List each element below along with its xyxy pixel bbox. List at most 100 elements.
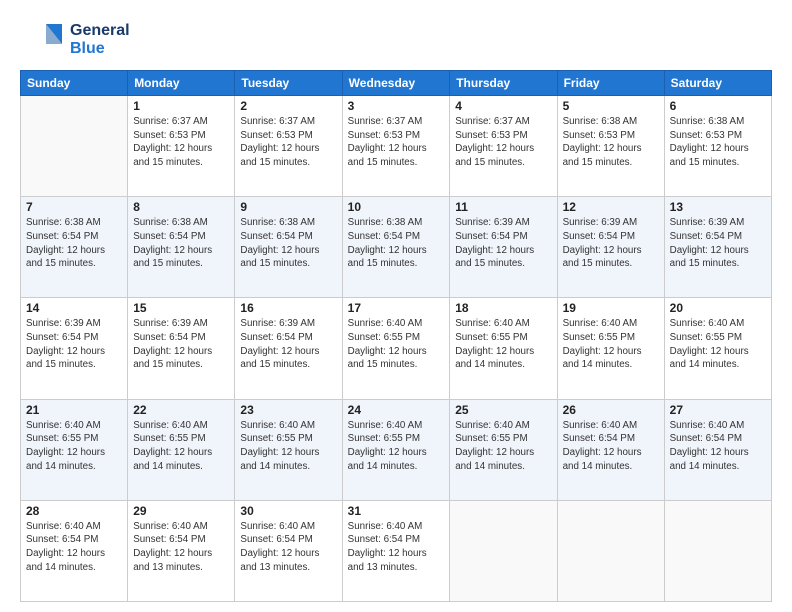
- week-row-4: 21 Sunrise: 6:40 AMSunset: 6:55 PMDayligh…: [21, 399, 772, 500]
- day-number: 23: [240, 403, 336, 417]
- day-number: 29: [133, 504, 229, 518]
- day-info: Sunrise: 6:37 AMSunset: 6:53 PMDaylight:…: [133, 115, 229, 170]
- logo-svg: [20, 18, 64, 62]
- day-info: Sunrise: 6:38 AMSunset: 6:54 PMDaylight:…: [240, 216, 336, 271]
- day-info: Sunrise: 6:37 AMSunset: 6:53 PMDaylight:…: [348, 115, 445, 170]
- day-info: Sunrise: 6:40 AMSunset: 6:55 PMDaylight:…: [348, 419, 445, 474]
- day-number: 7: [26, 200, 122, 214]
- calendar-cell: 8 Sunrise: 6:38 AMSunset: 6:54 PMDaylight…: [128, 197, 235, 298]
- day-info: Sunrise: 6:40 AMSunset: 6:55 PMDaylight:…: [455, 419, 551, 474]
- day-number: 28: [26, 504, 122, 518]
- calendar-cell: 5Sunrise: 6:38 AMSunset: 6:53 PMDaylight…: [557, 96, 664, 197]
- week-row-1: 1 Sunrise: 6:37 AMSunset: 6:53 PMDaylight…: [21, 96, 772, 197]
- day-info: Sunrise: 6:38 AMSunset: 6:53 PMDaylight:…: [670, 115, 766, 170]
- day-number: 16: [240, 301, 336, 315]
- day-number: 30: [240, 504, 336, 518]
- day-number: 18: [455, 301, 551, 315]
- calendar-cell: 19 Sunrise: 6:40 AMSunset: 6:55 PMDayligh…: [557, 298, 664, 399]
- calendar-cell: 28 Sunrise: 6:40 AMSunset: 6:54 PMDayligh…: [21, 500, 128, 601]
- day-info: Sunrise: 6:40 AMSunset: 6:55 PMDaylight:…: [563, 317, 659, 372]
- calendar-cell: 16 Sunrise: 6:39 AMSunset: 6:54 PMDayligh…: [235, 298, 342, 399]
- calendar-cell: 12 Sunrise: 6:39 AMSunset: 6:54 PMDayligh…: [557, 197, 664, 298]
- day-number: 25: [455, 403, 551, 417]
- day-number: 9: [240, 200, 336, 214]
- day-number: 12: [563, 200, 659, 214]
- day-info: Sunrise: 6:39 AMSunset: 6:54 PMDaylight:…: [563, 216, 659, 271]
- day-info: Sunrise: 6:40 AMSunset: 6:55 PMDaylight:…: [133, 419, 229, 474]
- calendar-cell: [21, 96, 128, 197]
- day-number: 6: [670, 99, 766, 113]
- day-info: Sunrise: 6:40 AMSunset: 6:54 PMDaylight:…: [26, 520, 122, 575]
- day-number: 8: [133, 200, 229, 214]
- day-number: 17: [348, 301, 445, 315]
- calendar-cell: 13 Sunrise: 6:39 AMSunset: 6:54 PMDayligh…: [664, 197, 771, 298]
- day-info: Sunrise: 6:39 AMSunset: 6:54 PMDaylight:…: [26, 317, 122, 372]
- day-number: 22: [133, 403, 229, 417]
- calendar-cell: 26Sunrise: 6:40 AMSunset: 6:54 PMDayligh…: [557, 399, 664, 500]
- calendar-cell: 23 Sunrise: 6:40 AMSunset: 6:55 PMDayligh…: [235, 399, 342, 500]
- calendar-cell: 6 Sunrise: 6:38 AMSunset: 6:53 PMDaylight…: [664, 96, 771, 197]
- day-number: 11: [455, 200, 551, 214]
- day-number: 15: [133, 301, 229, 315]
- calendar-cell: 20 Sunrise: 6:40 AMSunset: 6:55 PMDayligh…: [664, 298, 771, 399]
- day-number: 13: [670, 200, 766, 214]
- day-info: Sunrise: 6:38 AMSunset: 6:54 PMDaylight:…: [133, 216, 229, 271]
- calendar-cell: 27 Sunrise: 6:40 AMSunset: 6:54 PMDayligh…: [664, 399, 771, 500]
- day-info: Sunrise: 6:39 AMSunset: 6:54 PMDaylight:…: [455, 216, 551, 271]
- calendar-cell: 4 Sunrise: 6:37 AMSunset: 6:53 PMDaylight…: [450, 96, 557, 197]
- day-info: Sunrise: 6:40 AMSunset: 6:54 PMDaylight:…: [240, 520, 336, 575]
- day-number: 27: [670, 403, 766, 417]
- col-sunday: Sunday: [21, 71, 128, 96]
- calendar-cell: 7 Sunrise: 6:38 AMSunset: 6:54 PMDaylight…: [21, 197, 128, 298]
- calendar-cell: 10Sunrise: 6:38 AMSunset: 6:54 PMDayligh…: [342, 197, 450, 298]
- day-info: Sunrise: 6:40 AMSunset: 6:55 PMDaylight:…: [348, 317, 445, 372]
- logo: General Blue: [20, 18, 130, 62]
- day-number: 4: [455, 99, 551, 113]
- day-info: Sunrise: 6:40 AMSunset: 6:54 PMDaylight:…: [670, 419, 766, 474]
- calendar-cell: 24Sunrise: 6:40 AMSunset: 6:55 PMDayligh…: [342, 399, 450, 500]
- col-friday: Friday: [557, 71, 664, 96]
- day-number: 3: [348, 99, 445, 113]
- day-number: 2: [240, 99, 336, 113]
- day-info: Sunrise: 6:39 AMSunset: 6:54 PMDaylight:…: [240, 317, 336, 372]
- day-info: Sunrise: 6:39 AMSunset: 6:54 PMDaylight:…: [670, 216, 766, 271]
- calendar-cell: 17 Sunrise: 6:40 AMSunset: 6:55 PMDayligh…: [342, 298, 450, 399]
- day-info: Sunrise: 6:38 AMSunset: 6:54 PMDaylight:…: [26, 216, 122, 271]
- day-info: Sunrise: 6:40 AMSunset: 6:55 PMDaylight:…: [670, 317, 766, 372]
- col-saturday: Saturday: [664, 71, 771, 96]
- calendar-cell: 1 Sunrise: 6:37 AMSunset: 6:53 PMDaylight…: [128, 96, 235, 197]
- calendar-cell: [557, 500, 664, 601]
- day-number: 14: [26, 301, 122, 315]
- day-info: Sunrise: 6:40 AMSunset: 6:55 PMDaylight:…: [455, 317, 551, 372]
- day-number: 21: [26, 403, 122, 417]
- day-info: Sunrise: 6:38 AMSunset: 6:54 PMDaylight:…: [348, 216, 445, 271]
- col-wednesday: Wednesday: [342, 71, 450, 96]
- calendar-cell: [664, 500, 771, 601]
- week-row-5: 28 Sunrise: 6:40 AMSunset: 6:54 PMDayligh…: [21, 500, 772, 601]
- calendar-cell: 18 Sunrise: 6:40 AMSunset: 6:55 PMDayligh…: [450, 298, 557, 399]
- calendar-cell: 22 Sunrise: 6:40 AMSunset: 6:55 PMDayligh…: [128, 399, 235, 500]
- calendar-cell: 3 Sunrise: 6:37 AMSunset: 6:53 PMDaylight…: [342, 96, 450, 197]
- col-monday: Monday: [128, 71, 235, 96]
- calendar-cell: 29 Sunrise: 6:40 AMSunset: 6:54 PMDayligh…: [128, 500, 235, 601]
- day-number: 19: [563, 301, 659, 315]
- calendar-cell: 21Sunrise: 6:40 AMSunset: 6:55 PMDayligh…: [21, 399, 128, 500]
- col-tuesday: Tuesday: [235, 71, 342, 96]
- calendar-cell: 2 Sunrise: 6:37 AMSunset: 6:53 PMDaylight…: [235, 96, 342, 197]
- day-info: Sunrise: 6:40 AMSunset: 6:54 PMDaylight:…: [348, 520, 445, 575]
- day-info: Sunrise: 6:37 AMSunset: 6:53 PMDaylight:…: [240, 115, 336, 170]
- calendar-cell: 14 Sunrise: 6:39 AMSunset: 6:54 PMDayligh…: [21, 298, 128, 399]
- day-info: Sunrise: 6:39 AMSunset: 6:54 PMDaylight:…: [133, 317, 229, 372]
- day-info: Sunrise: 6:40 AMSunset: 6:55 PMDaylight:…: [240, 419, 336, 474]
- day-number: 20: [670, 301, 766, 315]
- week-row-2: 7 Sunrise: 6:38 AMSunset: 6:54 PMDaylight…: [21, 197, 772, 298]
- calendar-table: Sunday Monday Tuesday Wednesday Thursday…: [20, 70, 772, 602]
- day-number: 1: [133, 99, 229, 113]
- day-info: Sunrise: 6:40 AMSunset: 6:54 PMDaylight:…: [133, 520, 229, 575]
- week-row-3: 14 Sunrise: 6:39 AMSunset: 6:54 PMDayligh…: [21, 298, 772, 399]
- page: General Blue Sunday Monday Tuesday Wedne…: [0, 0, 792, 612]
- day-info: Sunrise: 6:37 AMSunset: 6:53 PMDaylight:…: [455, 115, 551, 170]
- day-number: 5: [563, 99, 659, 113]
- logo-blue: Blue: [70, 40, 130, 58]
- calendar-cell: 31Sunrise: 6:40 AMSunset: 6:54 PMDayligh…: [342, 500, 450, 601]
